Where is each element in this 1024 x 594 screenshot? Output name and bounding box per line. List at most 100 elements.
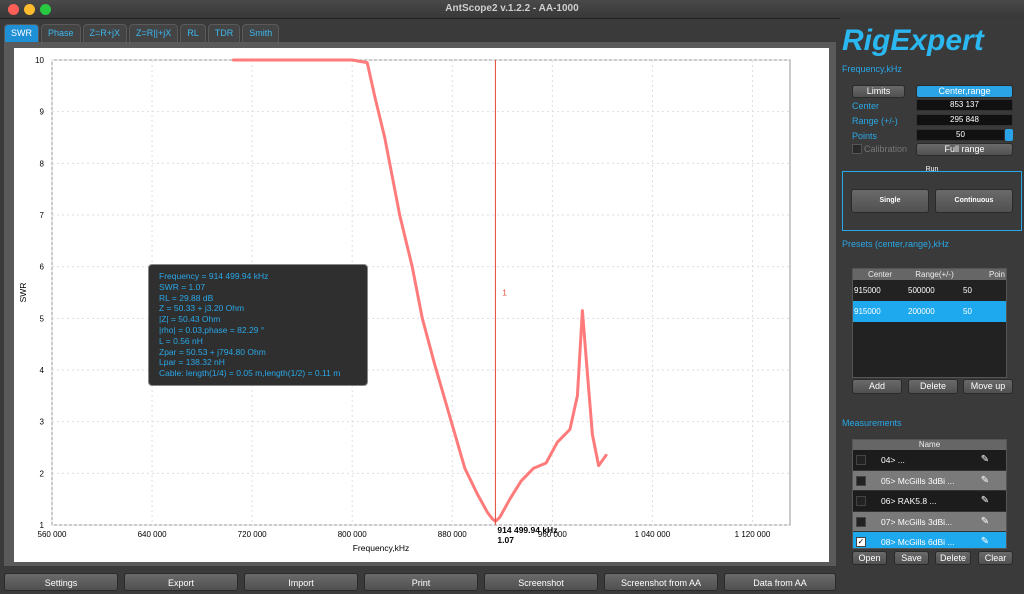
edit-pencil-icon[interactable]: ✎: [979, 471, 991, 490]
table-row[interactable]: 915000 500000 50: [853, 280, 1006, 301]
table-cell: 50: [963, 286, 972, 295]
measurement-checkbox[interactable]: [856, 455, 866, 465]
measurements-col-name: Name: [853, 440, 1006, 450]
table-cell: 915000: [854, 307, 881, 316]
plot-panel: 1 2 3 4 5 6 7 8 9 10 560 000 640 000 720 000 800 000 8…: [4, 42, 836, 566]
tab-smith[interactable]: Smith: [242, 24, 280, 42]
list-item[interactable]: 05> McGills 3dBi ... ✎: [853, 470, 1006, 491]
center-input[interactable]: 853 137: [916, 99, 1013, 111]
screenshot-button[interactable]: Screenshot: [484, 573, 598, 591]
edit-pencil-icon[interactable]: ✎: [979, 491, 991, 510]
points-stepper[interactable]: [1005, 129, 1013, 141]
measurement-checkbox[interactable]: [856, 496, 866, 506]
presets-table[interactable]: Center Range(+/-) Poin 915000 500000 50 …: [852, 268, 1007, 378]
tooltip-line: L = 0.56 nH: [159, 335, 203, 346]
y-tick-label: 7: [40, 211, 45, 220]
measurement-name: 05> McGills 3dBi ...: [881, 475, 955, 486]
y-tick-label: 2: [40, 469, 45, 478]
marker-frequency-readout: 914 499.94 kHz: [497, 525, 557, 535]
measurement-tooltip: Frequency = 914 499.94 kHz SWR = 1.07 RL…: [148, 264, 368, 386]
x-tick-label: 720 000: [238, 530, 267, 539]
import-button[interactable]: Import: [244, 573, 358, 591]
y-tick-label: 10: [35, 56, 44, 65]
x-tick-label: 880 000: [438, 530, 467, 539]
center-label: Center: [852, 101, 880, 111]
settings-button[interactable]: Settings: [4, 573, 118, 591]
y-tick-label: 9: [40, 108, 45, 117]
center-range-button[interactable]: Center,range: [916, 85, 1013, 98]
y-tick-label: 3: [40, 418, 45, 427]
table-cell: 200000: [908, 307, 935, 316]
screenshot-from-aa-button[interactable]: Screenshot from AA: [604, 573, 718, 591]
export-button[interactable]: Export: [124, 573, 238, 591]
tab-rl[interactable]: RL: [180, 24, 206, 42]
calibration-checkbox[interactable]: [852, 144, 862, 154]
x-tick-label: 1 120 000: [735, 530, 771, 539]
presets-col-points: Poin: [988, 270, 1005, 279]
calibration-label: Calibration: [864, 144, 908, 154]
range-input[interactable]: 295 848: [916, 114, 1013, 126]
frequency-heading: Frequency,kHz: [842, 64, 902, 74]
y-tick-label: 6: [40, 263, 45, 272]
tooltip-line: Zpar = 50.53 + j794.80 Ohm: [159, 346, 266, 357]
x-tick-label: 560 000: [38, 530, 67, 539]
tab-swr[interactable]: SWR: [4, 24, 39, 42]
svg-text:RigExpert: RigExpert: [842, 24, 986, 57]
edit-pencil-icon[interactable]: ✎: [979, 450, 991, 469]
marker-swr-readout: 1.07: [497, 535, 514, 545]
table-cell: 50: [963, 307, 972, 316]
table-cell: 915000: [854, 286, 881, 295]
clear-measurements-button[interactable]: Clear: [978, 551, 1013, 565]
save-measurement-button[interactable]: Save: [894, 551, 929, 565]
tooltip-line: Frequency = 914 499.94 kHz: [159, 271, 269, 281]
presets-heading: Presets (center,range),kHz: [842, 239, 950, 249]
tooltip-line: |Z| = 50.43 Ohm: [159, 314, 221, 325]
tab-z-series[interactable]: Z=R+jX: [82, 24, 128, 42]
presets-col-range: Range(+/-): [915, 270, 954, 279]
print-button[interactable]: Print: [364, 573, 478, 591]
run-heading: Run: [925, 166, 939, 173]
list-item[interactable]: ✓ 08> McGills 6dBi ... ✎: [853, 532, 1006, 548]
measurements-table[interactable]: Name 04> ... ✎ 05> McGills 3dBi ... ✎ 06> RA…: [852, 439, 1007, 549]
list-item[interactable]: 04> ... ✎: [853, 450, 1006, 471]
points-spinbox[interactable]: 50: [916, 129, 1005, 141]
open-measurement-button[interactable]: Open: [852, 551, 887, 565]
list-item[interactable]: 07> McGills 3dBi... ✎: [853, 511, 1006, 532]
move-up-preset-button[interactable]: Move up: [963, 379, 1013, 394]
table-cell: 500000: [908, 286, 935, 295]
tab-tdr[interactable]: TDR: [207, 24, 241, 42]
add-preset-button[interactable]: Add: [852, 379, 902, 394]
measurement-checkbox[interactable]: [856, 475, 866, 486]
edit-pencil-icon[interactable]: ✎: [979, 512, 991, 531]
swr-chart-svg[interactable]: 1 2 3 4 5 6 7 8 9 10 560 000 640 000 720 000 800 000 8…: [14, 48, 829, 562]
y-tick-label: 4: [40, 366, 45, 375]
tooltip-line: |rho| = 0.03,phase = 82.29 °: [159, 324, 265, 335]
y-axis-label: SWR: [18, 283, 28, 303]
measurement-name: 04> ...: [881, 455, 905, 465]
limits-button[interactable]: Limits: [852, 85, 905, 98]
points-label: Points: [852, 131, 878, 141]
tooltip-line: Z = 50.33 + j3.20 Ohm: [159, 303, 245, 314]
marker-label: 1: [502, 289, 507, 298]
measurement-checkbox[interactable]: [856, 516, 866, 527]
continuous-run-button[interactable]: Continuous: [935, 189, 1013, 213]
x-tick-label: 640 000: [138, 530, 167, 539]
swr-chart[interactable]: 1 2 3 4 5 6 7 8 9 10 560 000 640 000 720 000 800 000 8…: [14, 48, 829, 562]
tab-z-parallel[interactable]: Z=R||+jX: [129, 24, 179, 42]
single-run-button[interactable]: Single: [851, 189, 929, 213]
tab-phase[interactable]: Phase: [41, 24, 81, 42]
measurement-checkbox[interactable]: ✓: [856, 537, 866, 547]
edit-pencil-icon[interactable]: ✎: [979, 532, 991, 548]
y-tick-label: 1: [40, 521, 45, 530]
measurement-name: 06> RAK5.8 ...: [881, 496, 937, 506]
range-label: Range (+/-): [852, 116, 898, 126]
list-item[interactable]: 06> RAK5.8 ... ✎: [853, 491, 1006, 512]
delete-preset-button[interactable]: Delete: [908, 379, 958, 394]
tooltip-line: SWR = 1.07: [159, 281, 206, 292]
presets-header-row: Center Range(+/-) Poin: [853, 269, 1006, 280]
delete-measurement-button[interactable]: Delete: [935, 551, 971, 565]
data-from-aa-button[interactable]: Data from AA: [724, 573, 836, 591]
table-row-selected[interactable]: 915000 200000 50: [853, 301, 1006, 322]
full-range-button[interactable]: Full range: [916, 143, 1013, 156]
measurement-name: 07> McGills 3dBi...: [881, 516, 953, 527]
